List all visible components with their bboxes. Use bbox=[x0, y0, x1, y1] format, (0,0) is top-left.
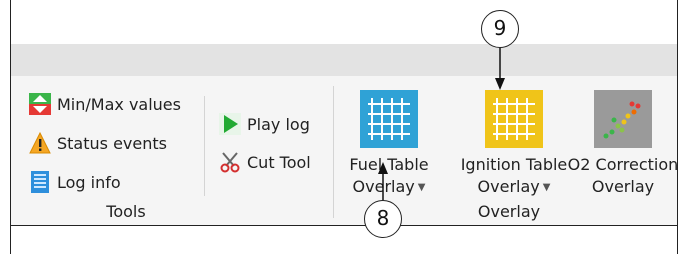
play-icon bbox=[219, 113, 241, 135]
dropdown-caret-icon: ▼ bbox=[542, 181, 551, 193]
ignition-table-overlay-button[interactable]: Ignition Table Overlay ▼ bbox=[459, 90, 569, 199]
scissors-icon bbox=[220, 152, 240, 173]
cut-tool-label: Cut Tool bbox=[247, 152, 311, 172]
ignition-table-label-line2: Overlay bbox=[477, 177, 540, 196]
fuel-table-overlay-button[interactable]: Fuel Table Overlay ▼ bbox=[339, 90, 439, 199]
group-separator bbox=[333, 86, 334, 218]
grid-table-icon bbox=[485, 90, 543, 148]
status-events-button[interactable]: Status events bbox=[29, 129, 167, 157]
tools-group-label: Tools bbox=[106, 202, 146, 221]
ignition-table-overlay-line: Overlay ▼ bbox=[459, 176, 569, 199]
overlay-group-label: Overlay bbox=[477, 202, 541, 221]
log-info-button[interactable]: Log info bbox=[29, 168, 121, 196]
callout-9: 9 bbox=[481, 10, 519, 48]
cut-tool-button[interactable]: Cut Tool bbox=[219, 148, 311, 176]
o2-correction-label: O2 Correction bbox=[567, 155, 679, 174]
tools-inner-separator bbox=[204, 96, 205, 196]
warning-icon bbox=[29, 132, 51, 154]
min-max-values-button[interactable]: Min/Max values bbox=[29, 90, 181, 118]
content-area bbox=[11, 226, 677, 254]
ribbon-tab-strip bbox=[11, 44, 677, 76]
play-log-label: Play log bbox=[247, 114, 310, 134]
log-info-label: Log info bbox=[57, 172, 121, 192]
fuel-table-label-line2: Overlay bbox=[352, 177, 415, 196]
ignition-table-label: Ignition Table bbox=[460, 155, 568, 174]
grid-table-icon bbox=[360, 90, 418, 148]
play-log-button[interactable]: Play log bbox=[219, 110, 310, 138]
dropdown-caret-icon: ▼ bbox=[417, 181, 426, 193]
o2-correction-overlay-button[interactable]: O2 Correction Overlay bbox=[567, 90, 679, 198]
o2-correction-label-line2: Overlay bbox=[591, 177, 655, 196]
callout-8: 8 bbox=[364, 200, 402, 238]
status-events-label: Status events bbox=[57, 133, 167, 153]
ribbon-panel: Min/Max values Status events Log info Pl… bbox=[11, 76, 679, 226]
fuel-table-overlay-line: Overlay ▼ bbox=[339, 176, 439, 199]
app-window: Min/Max values Status events Log info Pl… bbox=[10, 0, 678, 254]
fuel-table-label: Fuel Table bbox=[349, 155, 429, 174]
min-max-icon bbox=[29, 93, 51, 115]
scatter-plot-icon bbox=[594, 90, 652, 148]
log-info-icon bbox=[31, 171, 49, 193]
title-bar bbox=[11, 0, 677, 44]
min-max-values-label: Min/Max values bbox=[57, 94, 181, 114]
